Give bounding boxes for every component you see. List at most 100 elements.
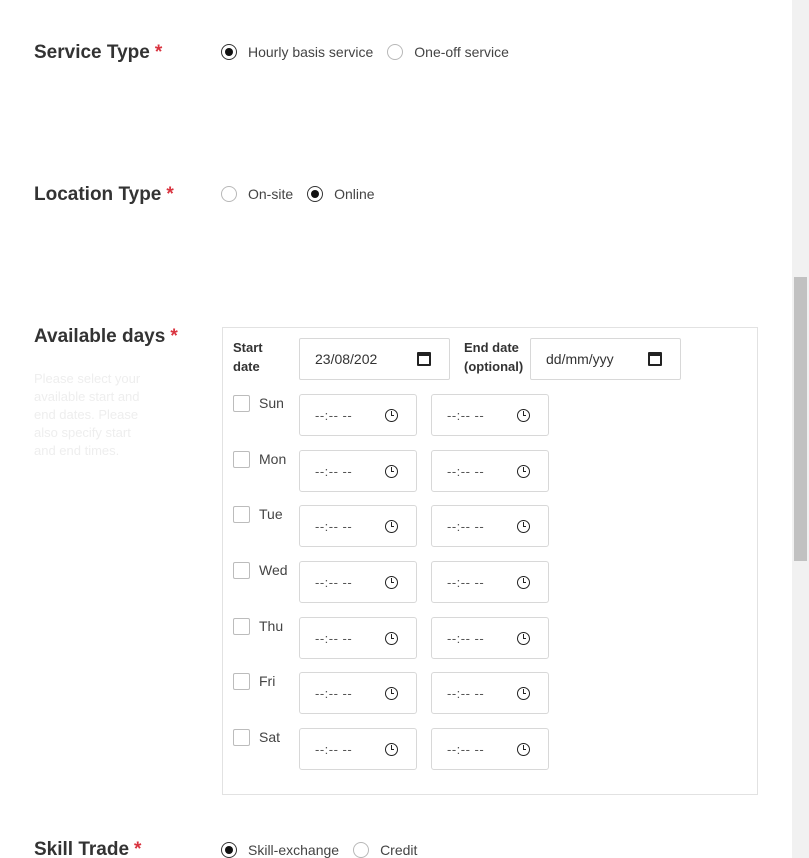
radio-one-off-service[interactable] (387, 44, 404, 60)
clock-icon[interactable] (385, 631, 398, 645)
radio-credit[interactable] (353, 842, 370, 858)
day-label-thu: Thu (259, 618, 284, 634)
time-placeholder: --:-- -- (315, 407, 353, 423)
vertical-scrollbar[interactable] (792, 0, 809, 858)
location-type-label: Location Type * (34, 184, 174, 206)
service-type-label-text: Service Type (34, 42, 150, 63)
clock-icon[interactable] (385, 742, 398, 756)
start-date-input[interactable]: 23/08/202 (299, 338, 450, 380)
day-label-tue: Tue (259, 506, 283, 522)
radio-online[interactable] (307, 186, 324, 202)
day-row-wed: Wed --:-- -- --:-- -- (233, 561, 563, 603)
available-days-label: Available days * (34, 326, 178, 348)
end-time-input-sun[interactable]: --:-- -- (431, 394, 549, 436)
day-row-sun: Sun --:-- -- --:-- -- (233, 394, 563, 436)
start-date-value: 23/08/202 (315, 351, 378, 367)
service-type-options: Hourly basis service One-off service (221, 44, 523, 60)
clock-icon[interactable] (517, 408, 530, 422)
skill-trade-options: Skill-exchange Credit (221, 842, 431, 858)
end-date-label: End date (optional) (464, 340, 524, 374)
clock-icon[interactable] (517, 519, 530, 533)
day-row-thu: Thu --:-- -- --:-- -- (233, 617, 563, 659)
clock-icon[interactable] (385, 408, 398, 422)
day-row-tue: Tue --:-- -- --:-- -- (233, 505, 563, 547)
radio-label-one-off-service[interactable]: One-off service (414, 44, 509, 60)
end-time-input-fri[interactable]: --:-- -- (431, 672, 549, 714)
calendar-icon[interactable] (648, 352, 662, 366)
service-type-label: Service Type * (34, 42, 162, 64)
clock-icon[interactable] (385, 464, 398, 478)
day-label-sun: Sun (259, 395, 284, 411)
available-days-panel: Start date 23/08/202 End date (optional)… (222, 327, 758, 795)
radio-hourly-basis-service[interactable] (221, 44, 237, 60)
end-time-input-tue[interactable]: --:-- -- (431, 505, 549, 547)
clock-icon[interactable] (385, 686, 398, 700)
day-checkbox-sat[interactable] (233, 729, 250, 746)
radio-skill-exchange[interactable] (221, 842, 237, 858)
start-time-input-tue[interactable]: --:-- -- (299, 505, 417, 547)
radio-label-hourly-basis-service[interactable]: Hourly basis service (248, 44, 373, 60)
end-time-input-mon[interactable]: --:-- -- (431, 450, 549, 492)
calendar-icon[interactable] (417, 352, 431, 366)
skill-trade-label: Skill Trade * (34, 839, 141, 858)
clock-icon[interactable] (517, 742, 530, 756)
end-time-input-sat[interactable]: --:-- -- (431, 728, 549, 770)
day-checkbox-fri[interactable] (233, 673, 250, 690)
clock-icon[interactable] (517, 631, 530, 645)
required-asterisk: * (166, 184, 174, 205)
radio-label-skill-exchange[interactable]: Skill-exchange (248, 842, 339, 858)
clock-icon[interactable] (517, 464, 530, 478)
time-placeholder: --:-- -- (315, 741, 353, 757)
clock-icon[interactable] (517, 686, 530, 700)
start-time-input-sat[interactable]: --:-- -- (299, 728, 417, 770)
day-checkbox-wed[interactable] (233, 562, 250, 579)
start-time-input-wed[interactable]: --:-- -- (299, 561, 417, 603)
time-placeholder: --:-- -- (447, 518, 485, 534)
day-row-fri: Fri --:-- -- --:-- -- (233, 672, 563, 714)
skill-trade-label-text: Skill Trade (34, 839, 130, 858)
time-placeholder: --:-- -- (447, 407, 485, 423)
required-asterisk: * (134, 839, 142, 858)
time-placeholder: --:-- -- (447, 741, 485, 757)
clock-icon[interactable] (385, 519, 398, 533)
day-checkbox-tue[interactable] (233, 506, 250, 523)
day-label-mon: Mon (259, 451, 287, 467)
time-placeholder: --:-- -- (315, 685, 353, 701)
start-time-input-mon[interactable]: --:-- -- (299, 450, 417, 492)
end-date-placeholder: dd/mm/yyy (546, 351, 614, 367)
day-row-mon: Mon --:-- -- --:-- -- (233, 450, 563, 492)
time-placeholder: --:-- -- (447, 463, 485, 479)
radio-label-credit[interactable]: Credit (380, 842, 417, 858)
day-row-sat: Sat --:-- -- --:-- -- (233, 728, 563, 770)
location-type-options: On-site Online (221, 186, 389, 202)
day-checkbox-sun[interactable] (233, 395, 250, 412)
clock-icon[interactable] (517, 575, 530, 589)
clock-icon[interactable] (385, 575, 398, 589)
radio-label-on-site[interactable]: On-site (248, 186, 293, 202)
scrollbar-thumb[interactable] (794, 277, 807, 561)
end-time-input-thu[interactable]: --:-- -- (431, 617, 549, 659)
radio-label-online[interactable]: Online (334, 186, 374, 202)
available-days-label-text: Available days (34, 326, 166, 347)
day-label-sat: Sat (259, 729, 281, 745)
time-placeholder: --:-- -- (447, 685, 485, 701)
available-days-help-text: Please select your available start and e… (34, 371, 141, 458)
day-checkbox-mon[interactable] (233, 451, 250, 468)
required-asterisk: * (154, 42, 163, 63)
location-type-label-text: Location Type (34, 184, 162, 205)
start-time-input-sun[interactable]: --:-- -- (299, 394, 417, 436)
time-placeholder: --:-- -- (315, 463, 353, 479)
end-date-input[interactable]: dd/mm/yyy (530, 338, 681, 380)
time-placeholder: --:-- -- (315, 518, 353, 534)
day-label-fri: Fri (259, 673, 276, 689)
time-placeholder: --:-- -- (315, 630, 353, 646)
start-time-input-thu[interactable]: --:-- -- (299, 617, 417, 659)
time-placeholder: --:-- -- (447, 574, 485, 590)
end-time-input-wed[interactable]: --:-- -- (431, 561, 549, 603)
day-checkbox-thu[interactable] (233, 618, 250, 635)
time-placeholder: --:-- -- (315, 574, 353, 590)
start-time-input-fri[interactable]: --:-- -- (299, 672, 417, 714)
time-placeholder: --:-- -- (447, 630, 485, 646)
radio-on-site[interactable] (221, 186, 237, 202)
required-asterisk: * (170, 326, 178, 347)
